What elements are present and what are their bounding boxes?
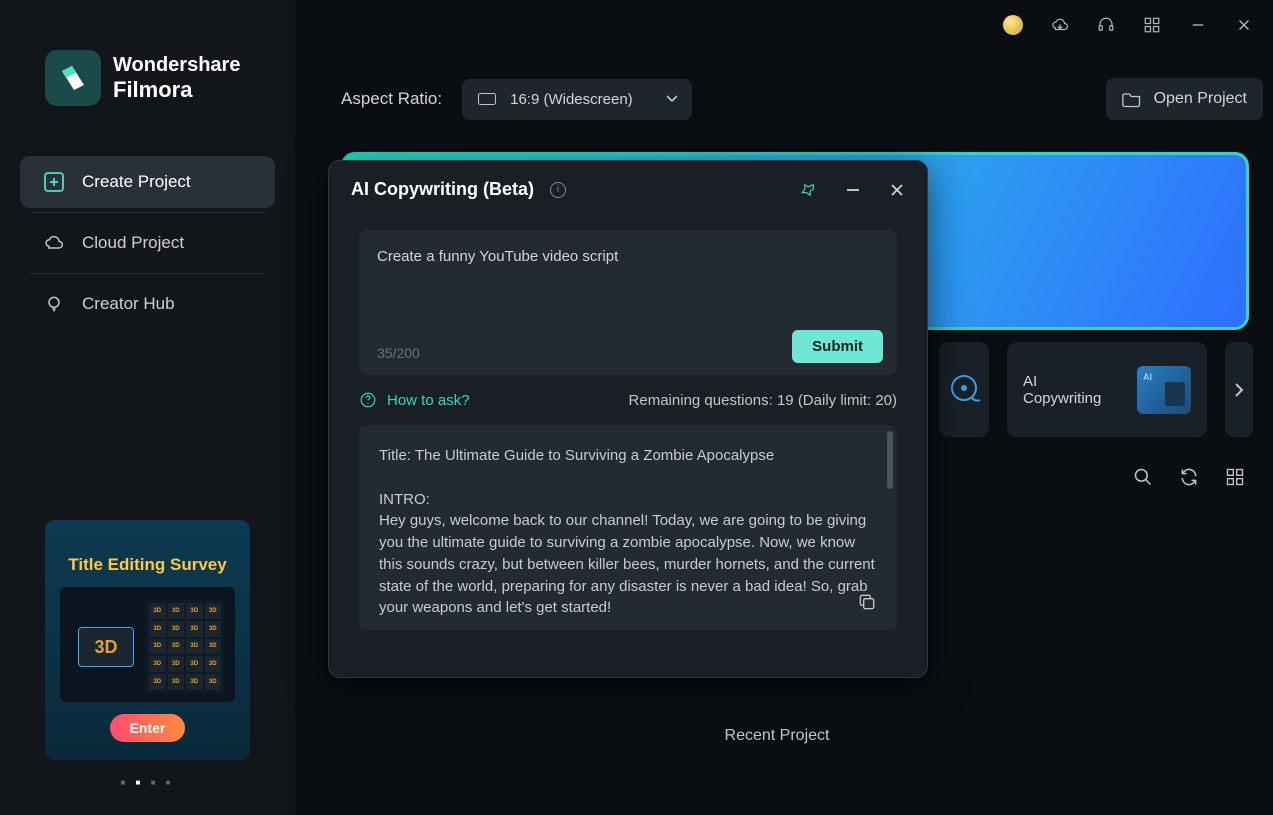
widescreen-icon xyxy=(478,93,496,105)
sidebar-item-cloud-project[interactable]: Cloud Project xyxy=(20,217,275,269)
char-count: 35/200 xyxy=(377,345,420,361)
promo-grid: 3D3D3D3D 3D3D3D3D 3D3D3D3D 3D3D3D3D 3D3D… xyxy=(145,599,225,694)
how-to-label: How to ask? xyxy=(387,392,470,409)
chevron-right-icon xyxy=(1234,382,1244,398)
cards-next-button[interactable] xyxy=(1225,342,1253,437)
user-avatar-icon[interactable] xyxy=(1003,15,1023,35)
output-box[interactable]: Title: The Ultimate Guide to Surviving a… xyxy=(359,425,897,630)
promo-card[interactable]: Title Editing Survey 3D 3D3D3D3D 3D3D3D3… xyxy=(45,520,250,760)
modal-close-icon[interactable] xyxy=(889,182,905,198)
feature-cards-row: AI Copywriting AI xyxy=(939,342,1273,437)
sidebar: Wondershare Filmora Create Project Cloud… xyxy=(0,0,295,815)
sidebar-item-create-project[interactable]: Create Project xyxy=(20,156,275,208)
app-logo: Wondershare Filmora xyxy=(0,0,295,136)
ai-copywriting-thumb-icon: AI xyxy=(1137,366,1191,414)
prompt-box: Create a funny YouTube video script 35/2… xyxy=(359,230,897,375)
remaining-questions: Remaining questions: 19 (Daily limit: 20… xyxy=(629,392,897,409)
feature-card-film[interactable] xyxy=(939,342,989,437)
search-icon[interactable] xyxy=(1133,467,1153,487)
titlebar xyxy=(295,0,1273,50)
sidebar-item-label: Creator Hub xyxy=(82,294,175,314)
aspect-ratio-select[interactable]: 16:9 (Widescreen) xyxy=(462,79,692,120)
copy-icon[interactable] xyxy=(857,592,877,612)
refresh-icon[interactable] xyxy=(1179,467,1199,487)
sidebar-item-label: Create Project xyxy=(82,172,191,192)
window-close-icon[interactable] xyxy=(1235,16,1253,34)
output-title: Title: The Ultimate Guide to Surviving a… xyxy=(379,445,877,467)
open-project-label: Open Project xyxy=(1154,90,1247,108)
promo-3d-badge: 3D xyxy=(78,627,134,667)
sidebar-item-creator-hub[interactable]: Creator Hub xyxy=(20,278,275,330)
card-label: AI Copywriting xyxy=(1023,373,1113,407)
scrollbar[interactable] xyxy=(887,431,893,489)
folder-icon xyxy=(1122,90,1142,108)
question-circle-icon xyxy=(359,391,377,409)
submit-button[interactable]: Submit xyxy=(792,330,883,363)
promo-preview: 3D 3D3D3D3D 3D3D3D3D 3D3D3D3D 3D3D3D3D 3… xyxy=(60,587,235,702)
headset-icon[interactable] xyxy=(1097,16,1115,34)
ai-copywriting-modal: AI Copywriting (Beta) i Create a funny Y… xyxy=(328,160,928,678)
cloud-download-icon[interactable] xyxy=(1051,16,1069,34)
lightbulb-icon xyxy=(44,294,64,314)
film-reel-icon xyxy=(944,370,984,410)
output-intro-body: Hey guys, welcome back to our channel! T… xyxy=(379,510,877,619)
sidebar-item-label: Cloud Project xyxy=(82,233,184,253)
chevron-down-icon xyxy=(666,95,678,103)
filmora-logo-icon xyxy=(45,50,101,106)
app-name-line2: Filmora xyxy=(113,77,240,103)
modal-minimize-icon[interactable] xyxy=(845,182,861,198)
plus-square-icon xyxy=(44,172,64,192)
prompt-input[interactable]: Create a funny YouTube video script xyxy=(377,248,879,265)
promo-enter-button[interactable]: Enter xyxy=(110,714,186,742)
divider xyxy=(30,273,265,274)
aspect-ratio-label: Aspect Ratio: xyxy=(341,89,442,109)
promo-title: Title Editing Survey xyxy=(57,555,238,575)
apps-grid-icon[interactable] xyxy=(1143,16,1161,34)
modal-title: AI Copywriting (Beta) xyxy=(351,179,534,200)
how-to-ask-link[interactable]: How to ask? xyxy=(359,391,470,409)
feature-card-ai-copywriting[interactable]: AI Copywriting AI xyxy=(1007,342,1207,437)
output-intro-label: INTRO: xyxy=(379,489,877,511)
open-project-button[interactable]: Open Project xyxy=(1106,78,1263,120)
grid-view-icon[interactable] xyxy=(1225,467,1245,487)
divider xyxy=(30,212,265,213)
recent-project-label: Recent Project xyxy=(341,727,1213,745)
app-name-line1: Wondershare xyxy=(113,54,240,77)
cloud-icon xyxy=(44,233,64,253)
window-minimize-icon[interactable] xyxy=(1189,16,1207,34)
info-icon[interactable]: i xyxy=(550,182,566,198)
aspect-ratio-value: 16:9 (Widescreen) xyxy=(510,91,633,108)
pin-icon[interactable] xyxy=(799,181,817,199)
carousel-dots[interactable]: ■ ■ ■ ■ xyxy=(0,778,295,787)
